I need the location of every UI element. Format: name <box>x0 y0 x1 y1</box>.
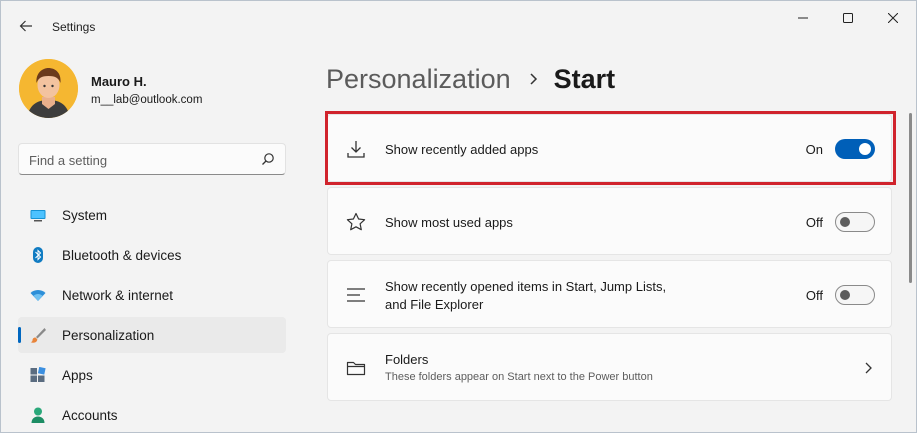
toggle-state-label: On <box>805 142 823 157</box>
sidebar-item-label: Accounts <box>62 408 118 423</box>
app-title: Settings <box>52 20 96 34</box>
download-icon <box>347 141 365 158</box>
setting-subtitle: These folders appear on Start next to th… <box>385 371 653 383</box>
minimize-button[interactable] <box>781 1 825 35</box>
close-button[interactable] <box>871 1 915 35</box>
sidebar-item-network-internet[interactable]: Network & internet <box>18 277 286 313</box>
setting-card-recently-added-apps: Show recently added apps On <box>327 114 892 182</box>
setting-title-line1: Show recently opened items in Start, Jum… <box>385 279 667 294</box>
page-title: Start <box>553 63 616 94</box>
sidebar-item-label: Apps <box>62 368 93 383</box>
search-input[interactable] <box>29 150 249 170</box>
list-icon <box>347 288 365 302</box>
chevron-right-icon <box>530 73 537 85</box>
most-used-apps-toggle[interactable] <box>835 212 875 232</box>
minimize-icon <box>798 17 808 19</box>
back-arrow-icon <box>19 20 32 32</box>
avatar-icon <box>19 59 78 118</box>
maximize-button[interactable] <box>826 1 870 35</box>
apps-icon <box>30 367 46 382</box>
brush-icon <box>30 328 46 343</box>
sidebar-item-system[interactable]: System <box>18 197 286 233</box>
setting-card-folders[interactable]: Folders These folders appear on Start ne… <box>327 333 892 401</box>
sidebar-item-accounts[interactable]: Accounts <box>18 397 286 432</box>
sidebar-item-apps[interactable]: Apps <box>18 357 286 393</box>
search-icon[interactable] <box>261 152 275 166</box>
sidebar-nav: System Bluetooth & devices Network & int… <box>18 197 286 432</box>
breadcrumb: Personalization Start <box>326 59 615 99</box>
chevron-right-icon <box>865 362 872 374</box>
sidebar-item-label: System <box>62 208 108 223</box>
toggle-state-label: Off <box>805 215 823 230</box>
setting-title: Show most used apps <box>385 215 513 230</box>
title-bar: Settings <box>1 1 916 49</box>
recently-opened-items-toggle[interactable] <box>835 285 875 305</box>
settings-window: Settings Mauro H. m__lab@outlook.com Fin… <box>0 0 917 433</box>
back-button[interactable] <box>11 11 41 41</box>
sidebar-item-label: Bluetooth & devices <box>62 248 182 263</box>
sidebar-item-label: Network & internet <box>62 288 174 303</box>
monitor-icon <box>30 210 46 222</box>
star-icon <box>346 212 366 231</box>
setting-card-recently-opened-items: Show recently opened items in Start, Jum… <box>327 260 892 328</box>
person-icon <box>31 407 45 423</box>
scrollbar[interactable] <box>909 113 912 283</box>
setting-card-most-used-apps: Show most used apps Off <box>327 187 892 255</box>
sidebar-item-label: Personalization <box>62 328 155 343</box>
wifi-icon <box>30 290 46 301</box>
setting-title-line2: and File Explorer <box>385 297 484 312</box>
avatar <box>19 59 78 118</box>
maximize-icon <box>843 13 853 23</box>
user-name: Mauro H. <box>91 74 147 89</box>
setting-title: Folders <box>385 352 429 367</box>
breadcrumb-separator <box>529 72 538 86</box>
sidebar-item-bluetooth-devices[interactable]: Bluetooth & devices <box>18 237 286 273</box>
close-icon <box>888 13 898 23</box>
folder-icon <box>346 361 366 376</box>
recently-added-apps-toggle[interactable] <box>835 139 875 159</box>
setting-title: Show recently added apps <box>385 142 539 157</box>
user-email: m__lab@outlook.com <box>91 94 203 106</box>
breadcrumb-parent[interactable]: Personalization <box>326 64 511 95</box>
toggle-state-label: Off <box>805 288 823 303</box>
sidebar-item-personalization[interactable]: Personalization <box>18 317 286 353</box>
search-box[interactable] <box>18 143 286 175</box>
bluetooth-icon <box>33 247 43 263</box>
